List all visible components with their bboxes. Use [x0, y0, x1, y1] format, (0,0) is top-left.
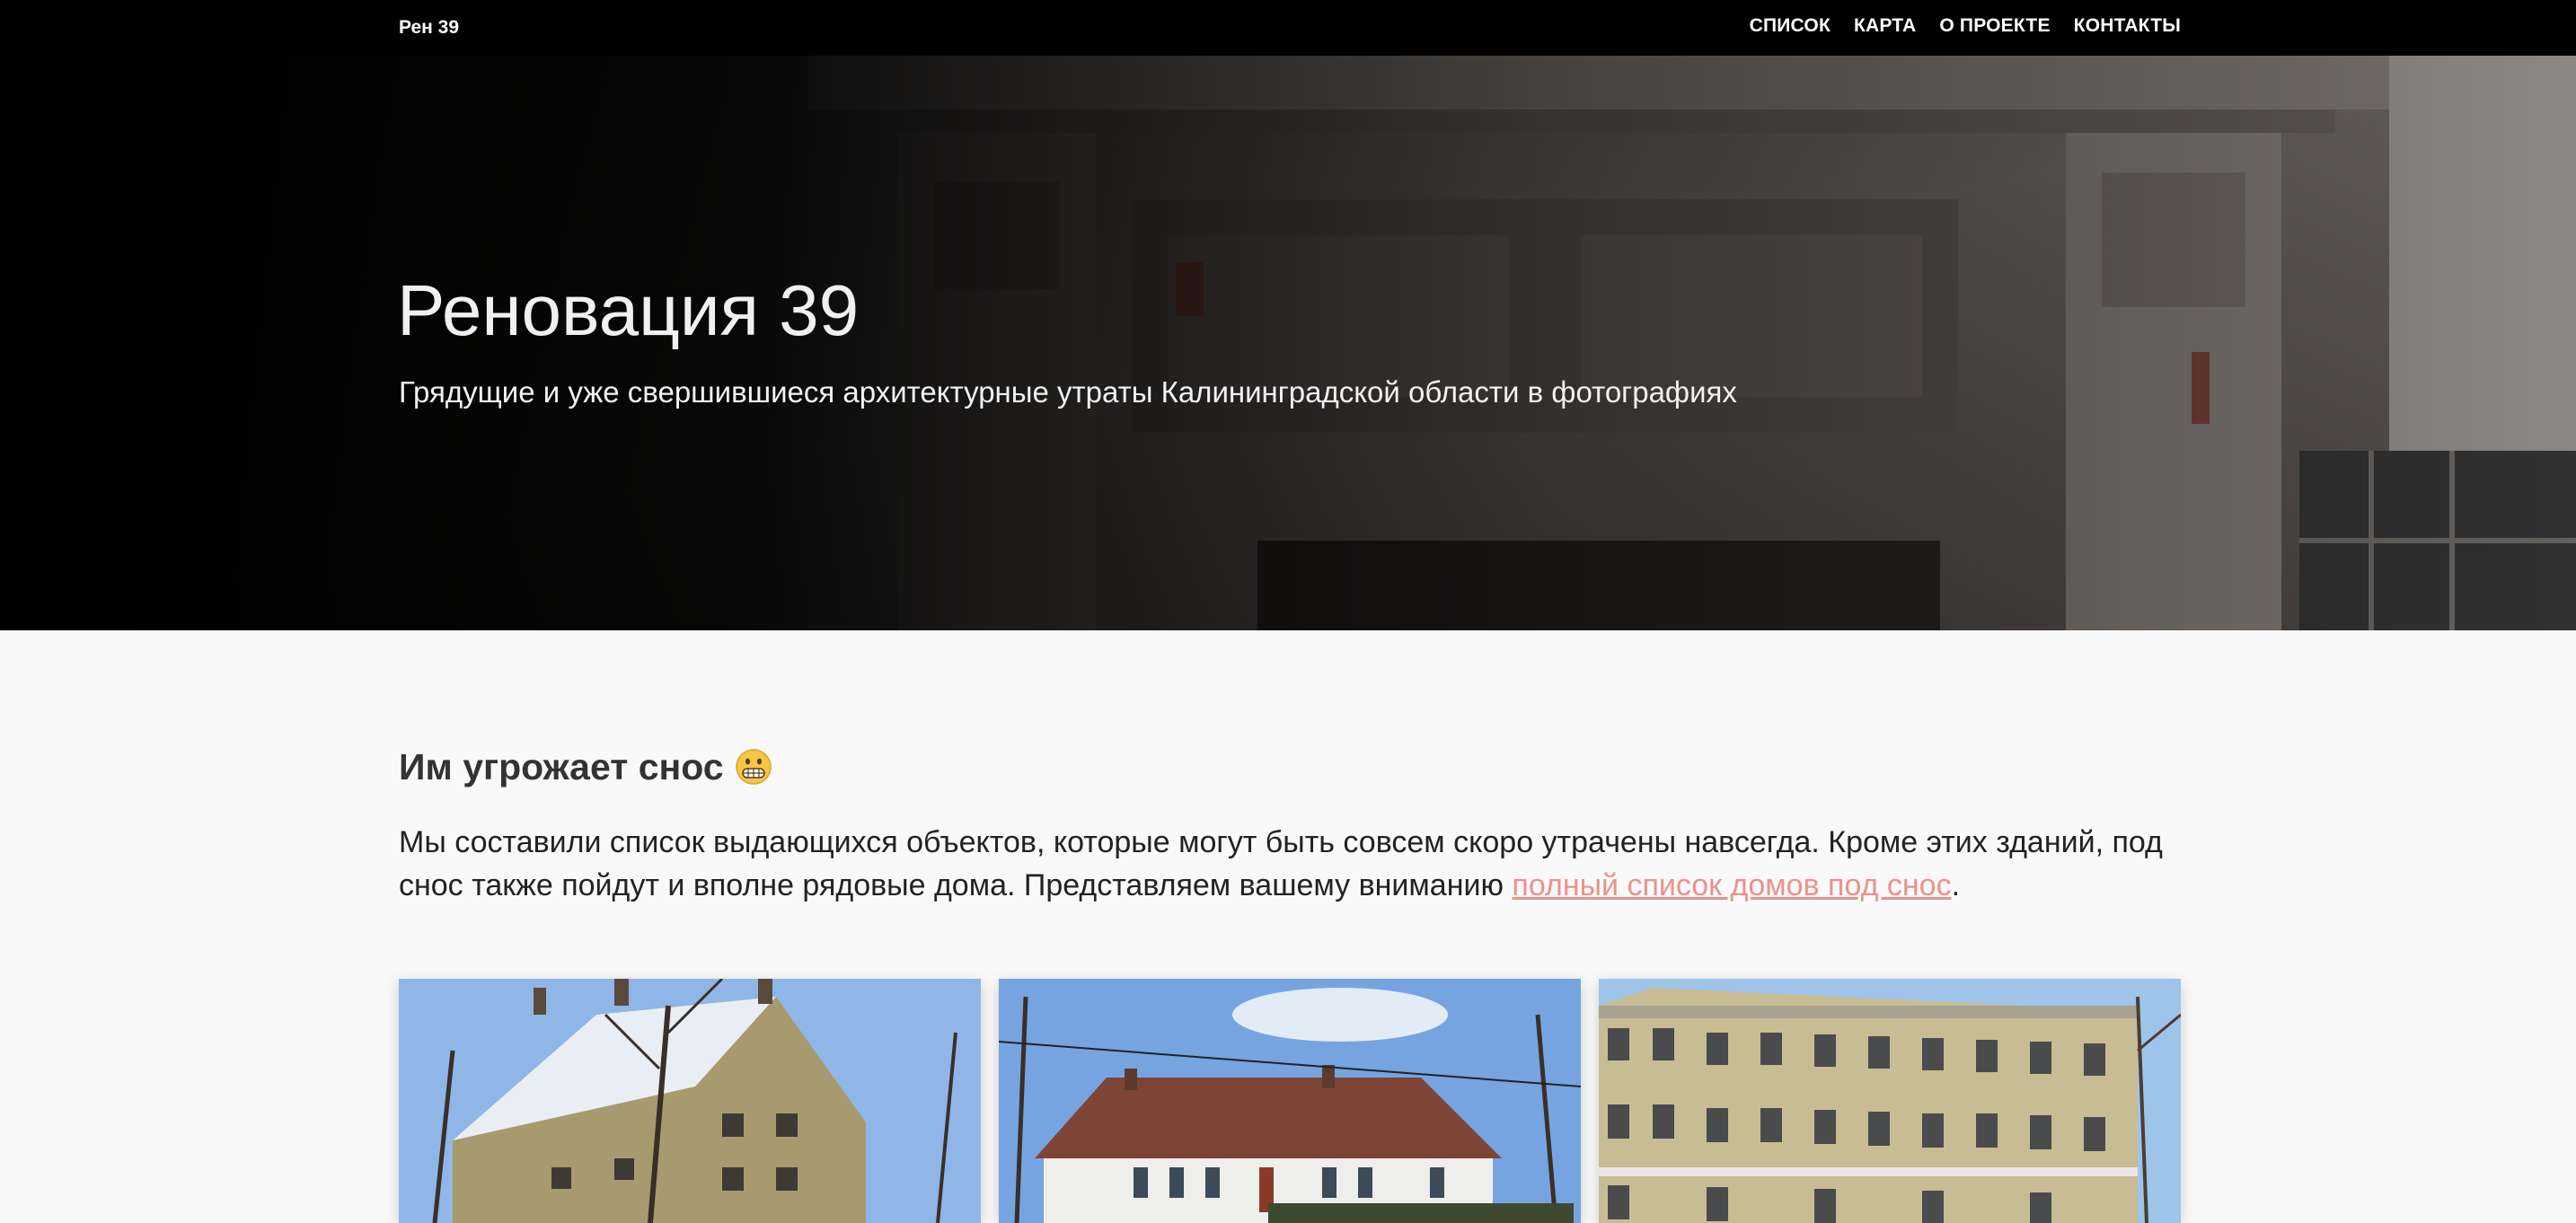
section-heading-text: Им угрожает снос: [399, 746, 724, 787]
grimacing-face-icon: [735, 749, 772, 785]
building-card[interactable]: [399, 979, 981, 1223]
hero-dark-overlay: [0, 56, 2576, 630]
nav-link-about[interactable]: О проекте: [1939, 14, 2050, 38]
full-demolition-list-link[interactable]: полный список домов под снос: [1512, 868, 1951, 902]
hero-banner: Реновация 39 Грядущие и уже свершившиеся…: [0, 56, 2576, 630]
lead-end: .: [1951, 868, 1961, 902]
building-photo-icon: [1599, 979, 2181, 1223]
nav-link-list[interactable]: Список: [1750, 14, 1831, 38]
section-lead-paragraph: Мы составили список выдающихся объектов,…: [399, 821, 2186, 907]
building-card[interactable]: [1599, 979, 2181, 1223]
hero-subtitle: Грядущие и уже свершившиеся архитектурны…: [399, 375, 1737, 409]
nav-link-map[interactable]: Карта: [1854, 14, 1916, 38]
brand-logo-link[interactable]: Рен 39: [399, 16, 459, 40]
nav-links: Список Карта О проекте Контакты: [1750, 14, 2181, 38]
hero-title: Реновация 39: [397, 270, 860, 350]
nav-link-contacts[interactable]: Контакты: [2074, 14, 2181, 38]
building-photo-icon: [999, 979, 1581, 1223]
building-photo-icon: [399, 979, 981, 1223]
section-heading: Им угрожает снос: [399, 742, 772, 792]
building-card[interactable]: [999, 979, 1581, 1223]
top-navbar: Рен 39 Список Карта О проекте Контакты: [0, 0, 2576, 56]
building-cards: [399, 979, 2181, 1223]
